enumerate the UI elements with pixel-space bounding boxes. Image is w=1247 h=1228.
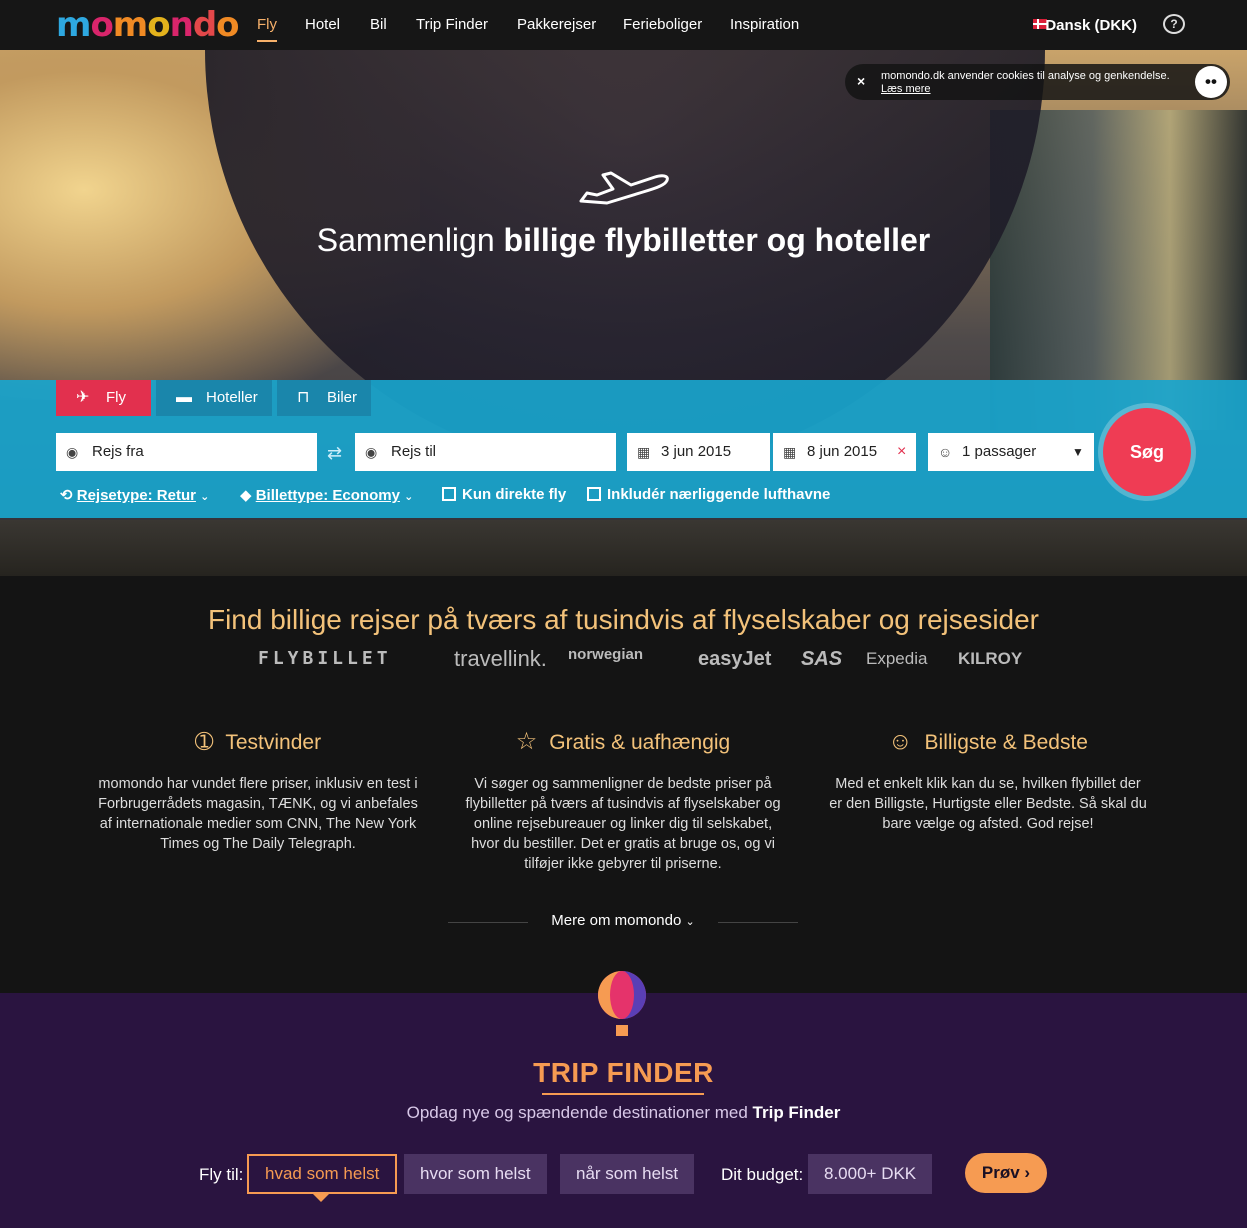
people-icon: ☺ [938,444,953,460]
direct-flights-label: Kun direkte fly [462,486,567,503]
tab-biler[interactable]: ⊓ Biler [277,380,371,416]
passengers-value: 1 passager [962,443,1037,460]
calendar-icon: ▦ [783,444,797,460]
plane-icon: ✈ [76,389,90,406]
checkbox-icon [587,487,601,501]
help-chat-icon[interactable]: ? [1163,14,1185,34]
feature-text: Med et enkelt klik kan du se, hvilken fl… [829,776,1147,832]
feature-title: Testvinder [225,731,322,754]
cookie-banner: × momondo.dk anvender cookies til analys… [845,64,1230,100]
destination-input[interactable]: ◉ Rejs til [355,433,616,471]
feature-title: Gratis & uafhængig [549,731,731,754]
tab-hoteller[interactable]: ▬ Hoteller [156,380,272,416]
nav-ferieboliger[interactable]: Ferieboliger [623,16,702,33]
nearby-airports-checkbox[interactable]: Inkludér nærliggende lufthavne [587,486,830,503]
clear-date-icon[interactable]: × [897,433,906,471]
trip-finder-subtitle: Opdag nye og spændende destinationer med… [406,1103,841,1122]
what-anything-option[interactable]: hvad som helst [247,1154,398,1202]
brand-expedia: Expedia [866,649,928,668]
depart-date-input[interactable]: ▦ 3 jun 2015 [627,433,770,471]
language-selector[interactable]: Dansk (DKK) [1045,17,1137,34]
nav-hotel[interactable]: Hotel [305,16,340,33]
refresh-icon: ⟲ [60,487,73,504]
tab-hoteller-label: Hoteller [206,389,258,406]
cookie-read-more-link[interactable]: Læs mere [881,83,931,95]
calendar-icon: ▦ [637,444,651,460]
checkbox-icon [442,487,456,501]
search-button[interactable]: Søg [1103,408,1191,496]
airplane-icon [579,171,669,205]
origin-input[interactable]: ◉ Rejs fra [56,433,317,471]
hero-ground-background [0,520,1247,576]
momondo-logo[interactable]: momondo [56,6,240,44]
cookie-text: momondo.dk anvender cookies til analyse … [881,70,1170,82]
trip-type-label: Rejsetype: Retur [76,487,196,504]
tab-fly-label: Fly [106,389,126,406]
chevron-down-icon: ▼ [1072,445,1084,459]
brand-flybillet: FLYBILLET [258,648,392,669]
chevron-down-icon: ⌄ [685,916,695,928]
smiley-icon: ☺ [888,728,913,755]
top-navigation: momondo Fly Hotel Bil Trip Finder Pakker… [0,0,1247,50]
feature-title: Billigste & Bedste [924,731,1088,754]
destination-placeholder: Rejs til [391,443,437,460]
feature-heading: ☆ Gratis & uafhængig [463,726,783,759]
trip-finder-section: TRIP FINDER Opdag nye og spændende desti… [0,971,1247,1228]
feature-text: Vi søger og sammenligner de bedste prise… [465,776,781,872]
feature-heading: ☺ Billigste & Bedste [828,726,1148,759]
chevron-right-icon: › [1024,1163,1031,1182]
when-anything-option[interactable]: når som helst [560,1154,695,1194]
nearby-airports-label: Inkludér nærliggende lufthavne [607,486,831,503]
budget-label: Dit budget: [721,1165,804,1184]
nav-pakkerejser[interactable]: Pakkerejser [517,16,596,33]
award-icon: ➀ [194,729,214,754]
search-panel: ✈ Fly ▬ Hoteller ⊓ Biler ◉ Rejs fra ⇄ ◉ … [0,380,1247,518]
fly-to-label: Fly til: [199,1165,244,1184]
trip-finder-title: TRIP FINDER [0,1057,1247,1095]
budget-option[interactable]: 8.000+ DKK [808,1154,933,1194]
momondo-bubble-icon: •• [1195,66,1227,98]
partner-logos: FLYBILLET travellink. norwegian easyJet … [258,645,1022,675]
more-about-label: Mere om momondo [551,912,682,929]
swap-icon[interactable]: ⇄ [327,443,342,464]
tab-biler-label: Biler [327,389,358,406]
brand-norwegian: norwegian [568,646,644,663]
feature-text: momondo har vundet flere priser, inklusi… [98,776,418,852]
depart-date-value: 3 jun 2015 [661,443,732,460]
brand-easyjet: easyJet [698,648,772,670]
nav-fly[interactable]: Fly [257,16,277,42]
tab-fly[interactable]: ✈ Fly [56,380,151,416]
chevron-down-icon: ⌄ [404,491,414,503]
bed-icon: ▬ [176,389,192,406]
passengers-select[interactable]: ☺ 1 passager ▼ [928,433,1094,471]
hero-title: Sammenlign billige flybilletter og hotel… [316,222,931,258]
cookie-close-button[interactable]: × [857,73,865,89]
brand-kilroy: KILROY [958,649,1023,668]
trip-type-dropdown[interactable]: ⟲ Rejsetype: Retur ⌄ [60,486,209,504]
nav-inspiration[interactable]: Inspiration [730,16,799,33]
location-pin-icon: ◉ [66,444,79,460]
more-about-button[interactable]: Mere om momondo ⌄ [528,912,718,934]
location-pin-icon: ◉ [365,444,378,460]
nav-trip-finder[interactable]: Trip Finder [416,16,488,33]
try-label: Prøv [981,1163,1020,1182]
chevron-down-icon: ⌄ [200,491,210,503]
balloon-icon [598,971,646,1036]
nav-bil[interactable]: Bil [370,16,387,33]
try-button[interactable]: Prøv › [965,1153,1047,1193]
direct-flights-checkbox[interactable]: Kun direkte fly [442,486,566,503]
ticket-icon: ◆ [240,487,252,504]
ticket-type-label: Billettype: Economy [255,487,400,504]
brand-travellink: travellink. [454,646,547,671]
where-anything-option[interactable]: hvor som helst [404,1154,547,1194]
return-date-input[interactable]: ▦ 8 jun 2015 × [773,433,916,471]
partners-heading: Find billige rejser på tværs af tusindvi… [207,604,1040,635]
ticket-type-dropdown[interactable]: ◆ Billettype: Economy ⌄ [240,486,413,504]
star-icon: ☆ [515,728,538,755]
return-date-value: 8 jun 2015 [807,443,878,460]
feature-heading: ➀ Testvinder [98,726,418,759]
car-icon: ⊓ [297,389,310,406]
origin-placeholder: Rejs fra [92,443,144,460]
brand-sas: SAS [801,648,843,670]
